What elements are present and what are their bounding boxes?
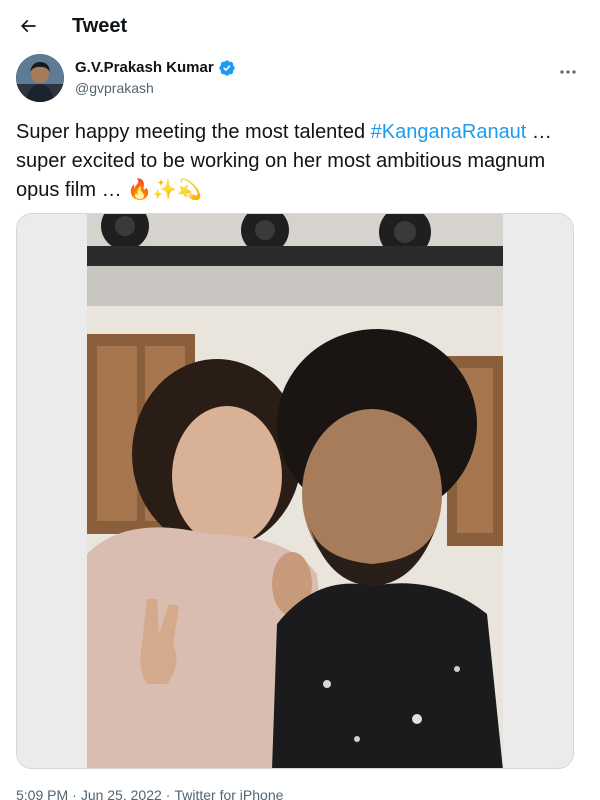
tweet-metadata: 5:09 PM · Jun 25, 2022 · Twitter for iPhone [16, 786, 283, 800]
name-row: G.V.Prakash Kumar [75, 58, 236, 78]
verified-badge-icon [219, 60, 235, 76]
more-dots-icon [560, 70, 576, 74]
tweet-text: Super happy meeting the most talented #K… [16, 118, 584, 205]
avatar[interactable] [16, 54, 64, 102]
back-arrow-icon [20, 19, 36, 33]
hashtag-link[interactable]: #KanganaRanaut [371, 121, 527, 143]
back-button[interactable] [14, 12, 42, 40]
tweet-emojis: 🔥✨💫 [127, 179, 202, 201]
tweet-author: G.V.Prakash Kumar @gvprakash [16, 54, 584, 106]
meta-separator: · [72, 787, 77, 800]
tweet-date[interactable]: Jun 25, 2022 [81, 787, 162, 800]
tweet-photo[interactable] [16, 213, 574, 769]
page-title: Tweet [72, 15, 128, 37]
author-handle[interactable]: @gvprakash [75, 79, 154, 97]
tweet-time[interactable]: 5:09 PM [16, 787, 68, 800]
tweet-source[interactable]: Twitter for iPhone [174, 787, 283, 800]
tweet-text-start: Super happy meeting the most talented [16, 121, 371, 143]
header-bar: Tweet [0, 0, 600, 52]
author-display-name[interactable]: G.V.Prakash Kumar [75, 58, 214, 78]
more-options-button[interactable] [554, 60, 582, 84]
meta-separator-2: · [165, 787, 171, 800]
